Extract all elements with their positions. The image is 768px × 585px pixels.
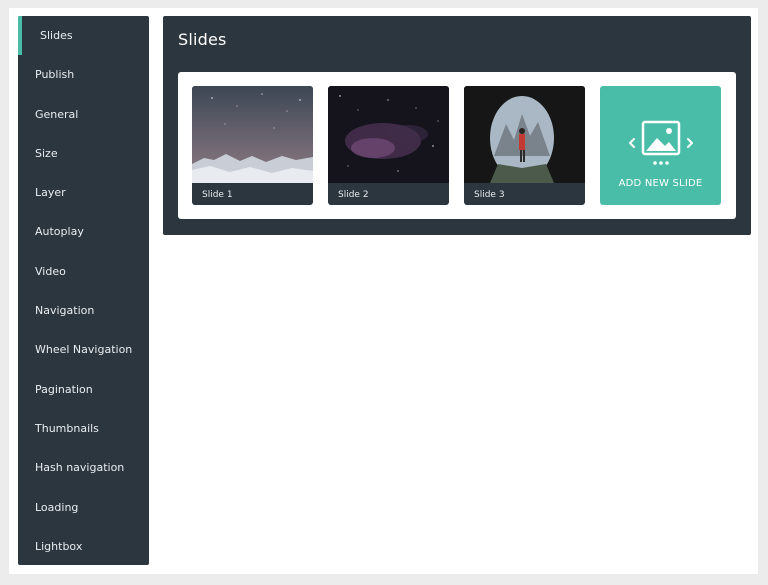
cave-hiker-image [464, 86, 585, 183]
sidebar-item-navigation[interactable]: Navigation [18, 291, 149, 330]
sidebar-item-publish[interactable]: Publish [18, 55, 149, 94]
sidebar-item-slides[interactable]: Slides [18, 16, 149, 56]
sidebar-item-autoplay[interactable]: Autoplay [18, 212, 149, 251]
slide-card-3[interactable]: Slide 3 [464, 86, 585, 205]
sidebar: Slides Publish General Size Layer Autopl… [18, 16, 149, 565]
snowy-mountains-image [192, 86, 313, 183]
slide-label: Slide 2 [338, 190, 369, 200]
nebula-image [328, 86, 449, 183]
slide-label: Slide 1 [202, 190, 233, 200]
sidebar-item-loading[interactable]: Loading [18, 488, 149, 527]
slides-list: Slide 1 Slide 2 Slide 3 ADD NEW SLIDE [178, 72, 736, 219]
sidebar-item-wheel-navigation[interactable]: Wheel Navigation [18, 330, 149, 369]
panel-title: Slides [178, 30, 227, 49]
add-new-slide-button[interactable]: ADD NEW SLIDE [600, 86, 721, 205]
slide-thumbnail [328, 86, 449, 183]
sidebar-item-lightbox[interactable]: Lightbox [18, 527, 149, 565]
slide-thumbnail [192, 86, 313, 183]
sidebar-item-video[interactable]: Video [18, 252, 149, 291]
sidebar-item-thumbnails[interactable]: Thumbnails [18, 409, 149, 448]
slide-card-2[interactable]: Slide 2 [328, 86, 449, 205]
slide-card-1[interactable]: Slide 1 [192, 86, 313, 205]
add-new-slide-label: ADD NEW SLIDE [618, 178, 703, 189]
sidebar-item-hash-navigation[interactable]: Hash navigation [18, 448, 149, 487]
slide-thumbnail [464, 86, 585, 183]
slides-panel: Slides Slide 1 Slide 2 Slide 3 ADD NEW S… [163, 16, 751, 235]
slide-label: Slide 3 [474, 190, 505, 200]
sidebar-item-layer[interactable]: Layer [18, 173, 149, 212]
sidebar-item-size[interactable]: Size [18, 134, 149, 173]
image-carousel-icon [629, 120, 693, 165]
sidebar-item-pagination[interactable]: Pagination [18, 370, 149, 409]
sidebar-item-general[interactable]: General [18, 95, 149, 134]
